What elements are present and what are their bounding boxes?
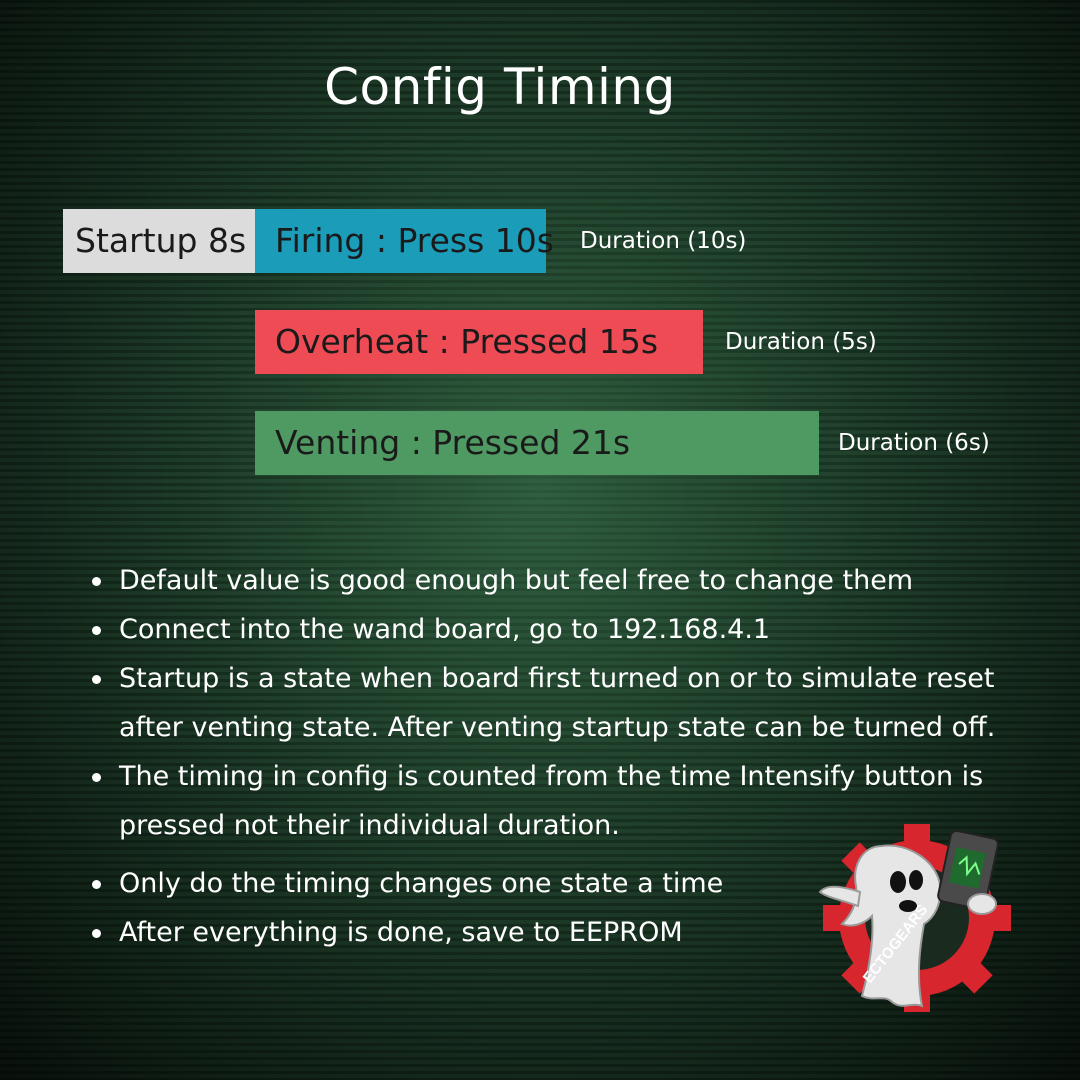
startup-bar: Startup 8s (63, 209, 255, 273)
firing-duration: Duration (10s) (580, 228, 747, 254)
venting-duration: Duration (6s) (838, 430, 990, 456)
note-item: Startup is a state when board first turn… (90, 654, 1050, 752)
ghost-gear-logo-icon: ECTOGEARS (812, 806, 1022, 1026)
note-item: Default value is good enough but feel fr… (90, 556, 1050, 605)
firing-bar: Firing : Press 10s (255, 209, 554, 273)
overheat-duration: Duration (5s) (725, 329, 877, 355)
note-item: Connect into the wand board, go to 192.1… (90, 605, 1050, 654)
page-title: Config Timing (324, 58, 676, 116)
venting-bar: Venting : Pressed 21s (255, 411, 819, 475)
overheat-bar: Overheat : Pressed 15s (255, 310, 703, 374)
